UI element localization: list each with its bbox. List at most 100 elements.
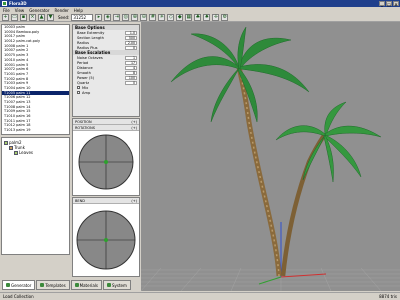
- window-title: Flora3D: [9, 1, 27, 6]
- status-left: Load Collection: [3, 294, 34, 299]
- file-list[interactable]: 10003 palm 10004 Bamboo.poly 10017 palm 100…: [1, 24, 70, 135]
- wireframe-icon[interactable]: ◇: [167, 13, 175, 21]
- texture-icon[interactable]: ▦: [185, 13, 193, 21]
- palm-scene: [141, 26, 400, 291]
- generator-icon: [6, 283, 10, 287]
- property-label: Power (5): [77, 75, 95, 80]
- leaf-icon[interactable]: ♣: [194, 13, 202, 21]
- property-value-field[interactable]: 1.0: [125, 30, 137, 35]
- templates-icon: [40, 283, 45, 287]
- property-value-field[interactable]: 8: [125, 70, 137, 75]
- property-row: Power (5) 100: [73, 75, 139, 80]
- property-value-field[interactable]: 100: [125, 75, 137, 80]
- rotation-dial[interactable]: [77, 133, 135, 191]
- render-icon[interactable]: ◈: [104, 13, 112, 21]
- menu-generator[interactable]: Generator: [29, 8, 49, 13]
- 3d-viewport[interactable]: [141, 22, 400, 291]
- tab-templates[interactable]: Templates: [36, 280, 70, 290]
- property-value-field[interactable]: 0: [125, 80, 137, 85]
- amp-label: Amp: [82, 90, 91, 95]
- bend-dial[interactable]: [74, 206, 138, 272]
- light-icon[interactable]: ☀: [158, 13, 166, 21]
- property-value-field[interactable]: 500: [125, 35, 137, 40]
- property-value-field[interactable]: 1: [125, 55, 137, 60]
- tab-materials-label: Materials: [79, 282, 98, 288]
- menu-view[interactable]: View: [15, 8, 25, 13]
- solid-icon[interactable]: ◆: [176, 13, 184, 21]
- file-list-item[interactable]: T1013 palm 19: [2, 128, 69, 133]
- camera-icon[interactable]: ◎: [122, 13, 130, 21]
- title-bar: Flora3D _ □ ×: [0, 0, 400, 7]
- property-label: Distance: [77, 65, 93, 70]
- amp-checkbox-row[interactable]: Amp: [73, 90, 139, 95]
- delete-icon[interactable]: ×: [29, 13, 36, 21]
- position-widget: POSITION (+) ROTATIONS (+): [72, 118, 140, 196]
- hierarchy-tree: palm2 Trunk Leaves: [1, 137, 70, 255]
- menu-file[interactable]: File: [3, 8, 10, 13]
- rotations-ctrl[interactable]: (+): [131, 126, 137, 130]
- materials-icon: [74, 283, 79, 287]
- position-ctrl[interactable]: (+): [131, 120, 137, 124]
- export-icon[interactable]: ⇥: [113, 13, 121, 21]
- tab-materials[interactable]: Materials: [70, 280, 102, 290]
- toolbar: + ▭ ▪ × ▲ ▼ Seed: ▸ ◈ ⇥ ◎ ⊕ ⊖ # ☀ ◇ ◆ ▦ …: [0, 13, 400, 22]
- property-row: Section Length 500: [73, 35, 139, 40]
- app-icon: [2, 1, 7, 6]
- status-right: 8874 tris: [379, 294, 397, 299]
- palm-trunk-second: [280, 132, 327, 277]
- property-label: Period: [77, 60, 89, 65]
- mix-checkbox[interactable]: [77, 86, 80, 89]
- property-value-field[interactable]: 2.00: [125, 40, 137, 45]
- ground-grid: [141, 267, 400, 291]
- tab-generator-label: Generator: [11, 282, 32, 288]
- zoom-in-icon[interactable]: ⊕: [131, 13, 139, 21]
- grid-icon[interactable]: #: [149, 13, 157, 21]
- tree-leaves[interactable]: Leaves: [4, 150, 67, 155]
- rotations-title: ROTATIONS: [75, 125, 95, 130]
- panel-tabs: Generator Templates Materials System: [0, 279, 140, 291]
- amp-checkbox[interactable]: [77, 91, 80, 94]
- new-icon[interactable]: +: [2, 13, 9, 21]
- close-button[interactable]: ×: [393, 1, 399, 7]
- tree-leaves-label: Leaves: [19, 150, 33, 155]
- bend-title: BEND: [75, 198, 85, 203]
- open-icon[interactable]: ▭: [11, 13, 18, 21]
- status-bar: Load Collection 8874 tris: [0, 292, 400, 300]
- property-row: Radius 2.00: [73, 40, 139, 45]
- zoom-out-icon[interactable]: ⊖: [140, 13, 148, 21]
- property-label: Section Length: [77, 35, 104, 40]
- settings-icon[interactable]: ⚙: [221, 13, 229, 21]
- bend-widget: BEND (+): [72, 197, 140, 277]
- menu-render[interactable]: Render: [55, 8, 69, 13]
- property-label: Noise Octaves: [77, 55, 103, 60]
- bend-ctrl[interactable]: (+): [131, 199, 137, 203]
- randomize-icon[interactable]: ▸: [95, 13, 103, 21]
- trunk-icon: [9, 145, 13, 150]
- property-label: Quartz: [77, 80, 90, 85]
- property-row: Noise Octaves 1: [73, 55, 139, 60]
- leaf-node-icon: [14, 150, 18, 155]
- up-icon[interactable]: ▲: [38, 13, 45, 21]
- tab-system[interactable]: System: [103, 280, 131, 290]
- property-label: Radius: [77, 40, 90, 45]
- maximize-button[interactable]: □: [386, 1, 392, 7]
- down-icon[interactable]: ▼: [47, 13, 54, 21]
- property-value-field[interactable]: 17: [125, 60, 137, 65]
- menu-help[interactable]: Help: [74, 8, 83, 13]
- save-icon[interactable]: ▪: [20, 13, 27, 21]
- property-row: Smooth 8: [73, 70, 139, 75]
- property-value-field[interactable]: 0: [125, 45, 137, 50]
- property-label: Base Extremity: [77, 30, 105, 35]
- property-row: Distance 4: [73, 65, 139, 70]
- tab-generator[interactable]: Generator: [2, 280, 36, 290]
- system-icon: [107, 283, 111, 287]
- palm-crown-main: [170, 26, 310, 123]
- plant-icon: [4, 140, 8, 145]
- seed-input[interactable]: [71, 13, 94, 21]
- tree-icon[interactable]: ♠: [203, 13, 211, 21]
- minimize-button[interactable]: _: [379, 1, 385, 7]
- property-value-field[interactable]: 4: [125, 65, 137, 70]
- property-row: Base Extremity 1.0: [73, 30, 139, 35]
- axis-icon[interactable]: ✛: [212, 13, 220, 21]
- tab-system-label: System: [112, 282, 127, 288]
